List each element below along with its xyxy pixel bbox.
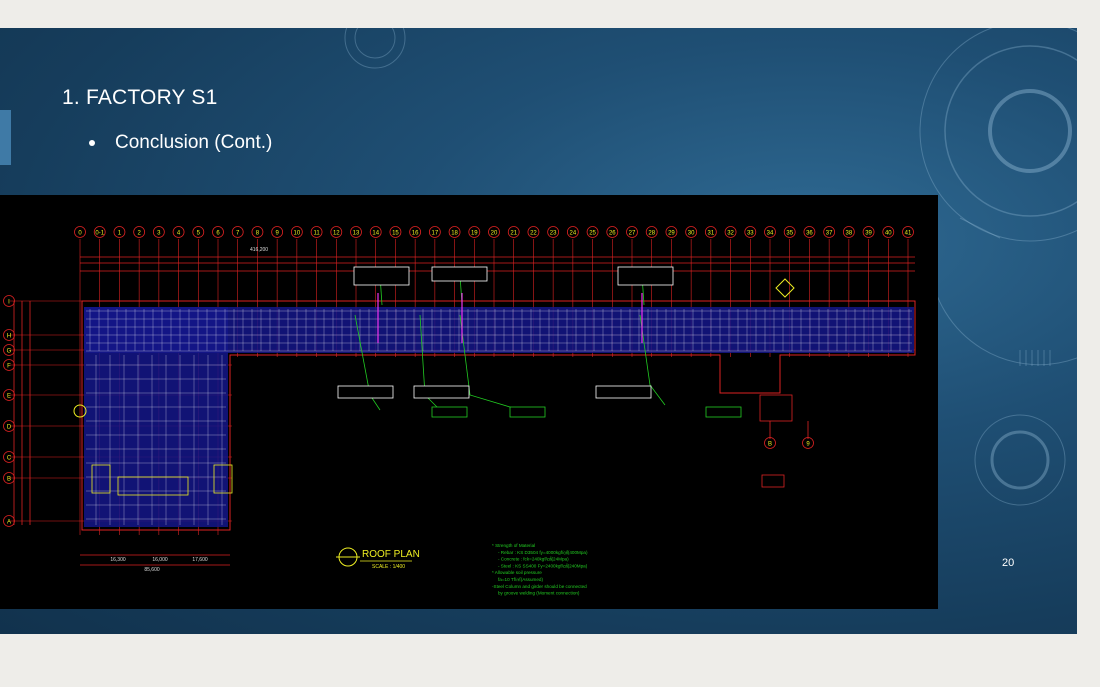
note-line: by groove welding (Moment connection) (498, 591, 580, 596)
presentation-slide: 1. FACTORY S1 Conclusion (Cont.) 0 0-1 1… (0, 28, 1077, 634)
grid-column-label: 20 (491, 231, 498, 237)
grid-column-label: 7 (236, 231, 240, 237)
grid-row-label: B (7, 477, 11, 483)
grid-column-label: 36 (806, 231, 813, 237)
grid-column-label: 3 (157, 231, 161, 237)
page-number: 20 (1002, 557, 1015, 569)
note-line: - Concrete : fck=240kgf/㎠(24Mpa) (498, 556, 569, 562)
dimension-label: 85,600 (144, 567, 160, 573)
grid-row-label: E (7, 394, 11, 400)
grid-column-label: 39 (865, 231, 872, 237)
grid-column-label: 30 (688, 231, 695, 237)
grid-column-label: 2 (137, 231, 141, 237)
grid-column-label: 19 (471, 231, 478, 237)
grid-row-label: I (8, 300, 10, 306)
grid-column-label: 21 (510, 231, 517, 237)
grid-column-label: 28 (648, 231, 655, 237)
grid-column-label: 33 (747, 231, 754, 237)
cad-roof-plan-image: 0 0-1 1 2 3 4 5 6 7 8 9 10 11 12 13 14 15 16 17 18 19 20 21 22 2… (0, 195, 938, 609)
grid-row-label: G (7, 349, 12, 355)
grid-column-label: 16 (412, 231, 419, 237)
grid-column-label: 38 (846, 231, 853, 237)
grid-column-label: 31 (708, 231, 715, 237)
grid-row-label: D (7, 425, 12, 431)
note-line: fa=10 Tf/㎡(Assumed) (498, 576, 543, 582)
grid-column-label: 9 (275, 231, 279, 237)
grid-column-label: 34 (767, 231, 774, 237)
grid-column-label: 32 (727, 231, 734, 237)
grid-column-label: 35 (786, 231, 793, 237)
grid-row-label: H (7, 334, 11, 340)
grid-row-label: F (7, 364, 11, 370)
grid-column-label: 27 (629, 231, 636, 237)
dimension-label: 16,300 (110, 557, 126, 563)
grid-column-label: 14 (372, 231, 379, 237)
grid-label: B (768, 442, 772, 448)
note-line: - Rebar : KS D3504 fy=4000kgf/㎠(400Mpa) (498, 549, 588, 555)
cad-drawing: 0 0-1 1 2 3 4 5 6 7 8 9 10 11 12 13 14 15 16 17 18 19 20 21 22 2… (3, 226, 916, 596)
grid-column-label: 8 (256, 231, 260, 237)
grid-column-label: 17 (432, 231, 439, 237)
svg-text:ROOF PLAN: ROOF PLAN (362, 549, 420, 560)
bullet-icon (89, 140, 95, 146)
grid-row-label: A (7, 520, 11, 526)
roof-plan-title: ROOF PLAN SCALE : 1/400 (336, 547, 420, 570)
note-line: -Steel Column and girder should be conne… (492, 584, 587, 589)
grid-column-label: 37 (826, 231, 833, 237)
roof-area-wing (84, 307, 228, 527)
svg-text:SCALE : 1/400: SCALE : 1/400 (372, 564, 405, 570)
grid-column-label: 25 (589, 231, 596, 237)
grid-column-label: 41 (905, 231, 912, 237)
grid-label: 9 (806, 442, 810, 448)
grid-column-label: 15 (392, 231, 399, 237)
grid-column-label: 6 (216, 231, 220, 237)
grid-column-label: 4 (177, 231, 181, 237)
dimension-label: 17,600 (192, 557, 208, 563)
section-marker-icon (775, 278, 795, 298)
grid-column-label: 23 (550, 231, 557, 237)
note-line: * Strength of Material (492, 543, 535, 548)
bullet-item: Conclusion (Cont.) (89, 132, 272, 154)
grid-column-label: 1 (118, 231, 122, 237)
note-line: * Allowable soil pressure (492, 570, 542, 575)
note-line: - Steel : KS SS400 Fy=2400kgf/㎠(240Mpa) (498, 562, 588, 568)
grid-column-label: 11 (313, 231, 320, 237)
material-notes: * Strength of Material- Rebar : KS D3504… (492, 543, 588, 596)
grid-row-label: C (7, 456, 12, 462)
grid-column-label: 12 (333, 231, 340, 237)
grid-column-label: 22 (530, 231, 537, 237)
grid-column-label: 40 (885, 231, 892, 237)
grid-column-label: 26 (609, 231, 616, 237)
dimension-label: 16,000 (152, 557, 168, 563)
slide-title: 1. FACTORY S1 (62, 86, 218, 109)
grid-column-label: 0-1 (95, 231, 104, 237)
grid-column-label: 13 (353, 231, 360, 237)
bullet-text: Conclusion (Cont.) (115, 132, 273, 153)
top-dimension: 416,200 (250, 247, 268, 253)
grid-column-label: 5 (197, 231, 201, 237)
grid-column-label: 18 (451, 231, 458, 237)
grid-column-label: 29 (668, 231, 675, 237)
grid-column-label: 0 (78, 231, 82, 237)
grid-column-label: 24 (570, 231, 577, 237)
grid-column-label: 10 (294, 231, 301, 237)
accent-bar (0, 110, 11, 165)
